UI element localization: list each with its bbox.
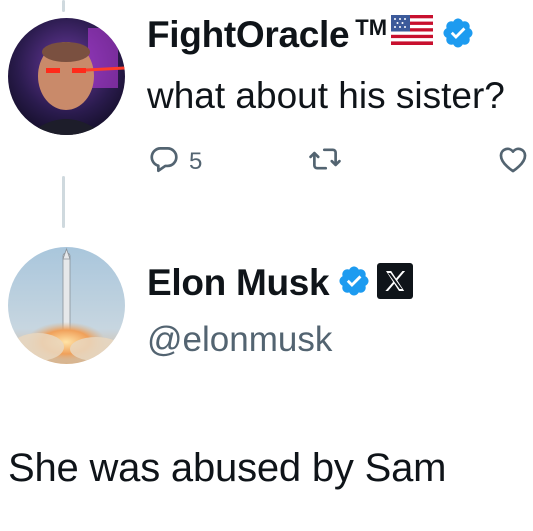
x-logo-icon[interactable] — [377, 262, 414, 304]
thread-connector-top — [62, 0, 65, 12]
us-flag-icon — [391, 14, 434, 50]
reply-text: what about his sister? — [147, 75, 505, 116]
trademark-symbol: TM — [355, 15, 388, 40]
retweet-button[interactable] — [307, 142, 343, 181]
heart-icon — [495, 142, 531, 181]
comment-icon — [147, 142, 181, 181]
thread-connector-mid — [62, 176, 65, 228]
avatar-elonmusk[interactable] — [8, 247, 125, 364]
reply-action-bar: 5 — [147, 142, 533, 182]
reply-button[interactable]: 5 — [147, 142, 202, 181]
verified-badge-icon — [337, 264, 371, 303]
tweet-text: She was abused by Sam — [8, 446, 447, 490]
like-button[interactable] — [495, 142, 531, 181]
tweet-author-handle[interactable]: @elonmusk — [147, 320, 332, 360]
tweet-author-row: Elon Musk — [147, 262, 414, 304]
tweet-author-name[interactable]: Elon Musk — [147, 262, 330, 304]
reply-author-name[interactable]: FightOracle — [147, 14, 350, 56]
retweet-icon — [307, 142, 343, 181]
verified-badge-icon — [441, 16, 475, 55]
avatar-fightoracle[interactable] — [8, 18, 125, 135]
reply-count: 5 — [189, 147, 203, 175]
reply-author-row: FightOracle TM — [147, 14, 475, 56]
